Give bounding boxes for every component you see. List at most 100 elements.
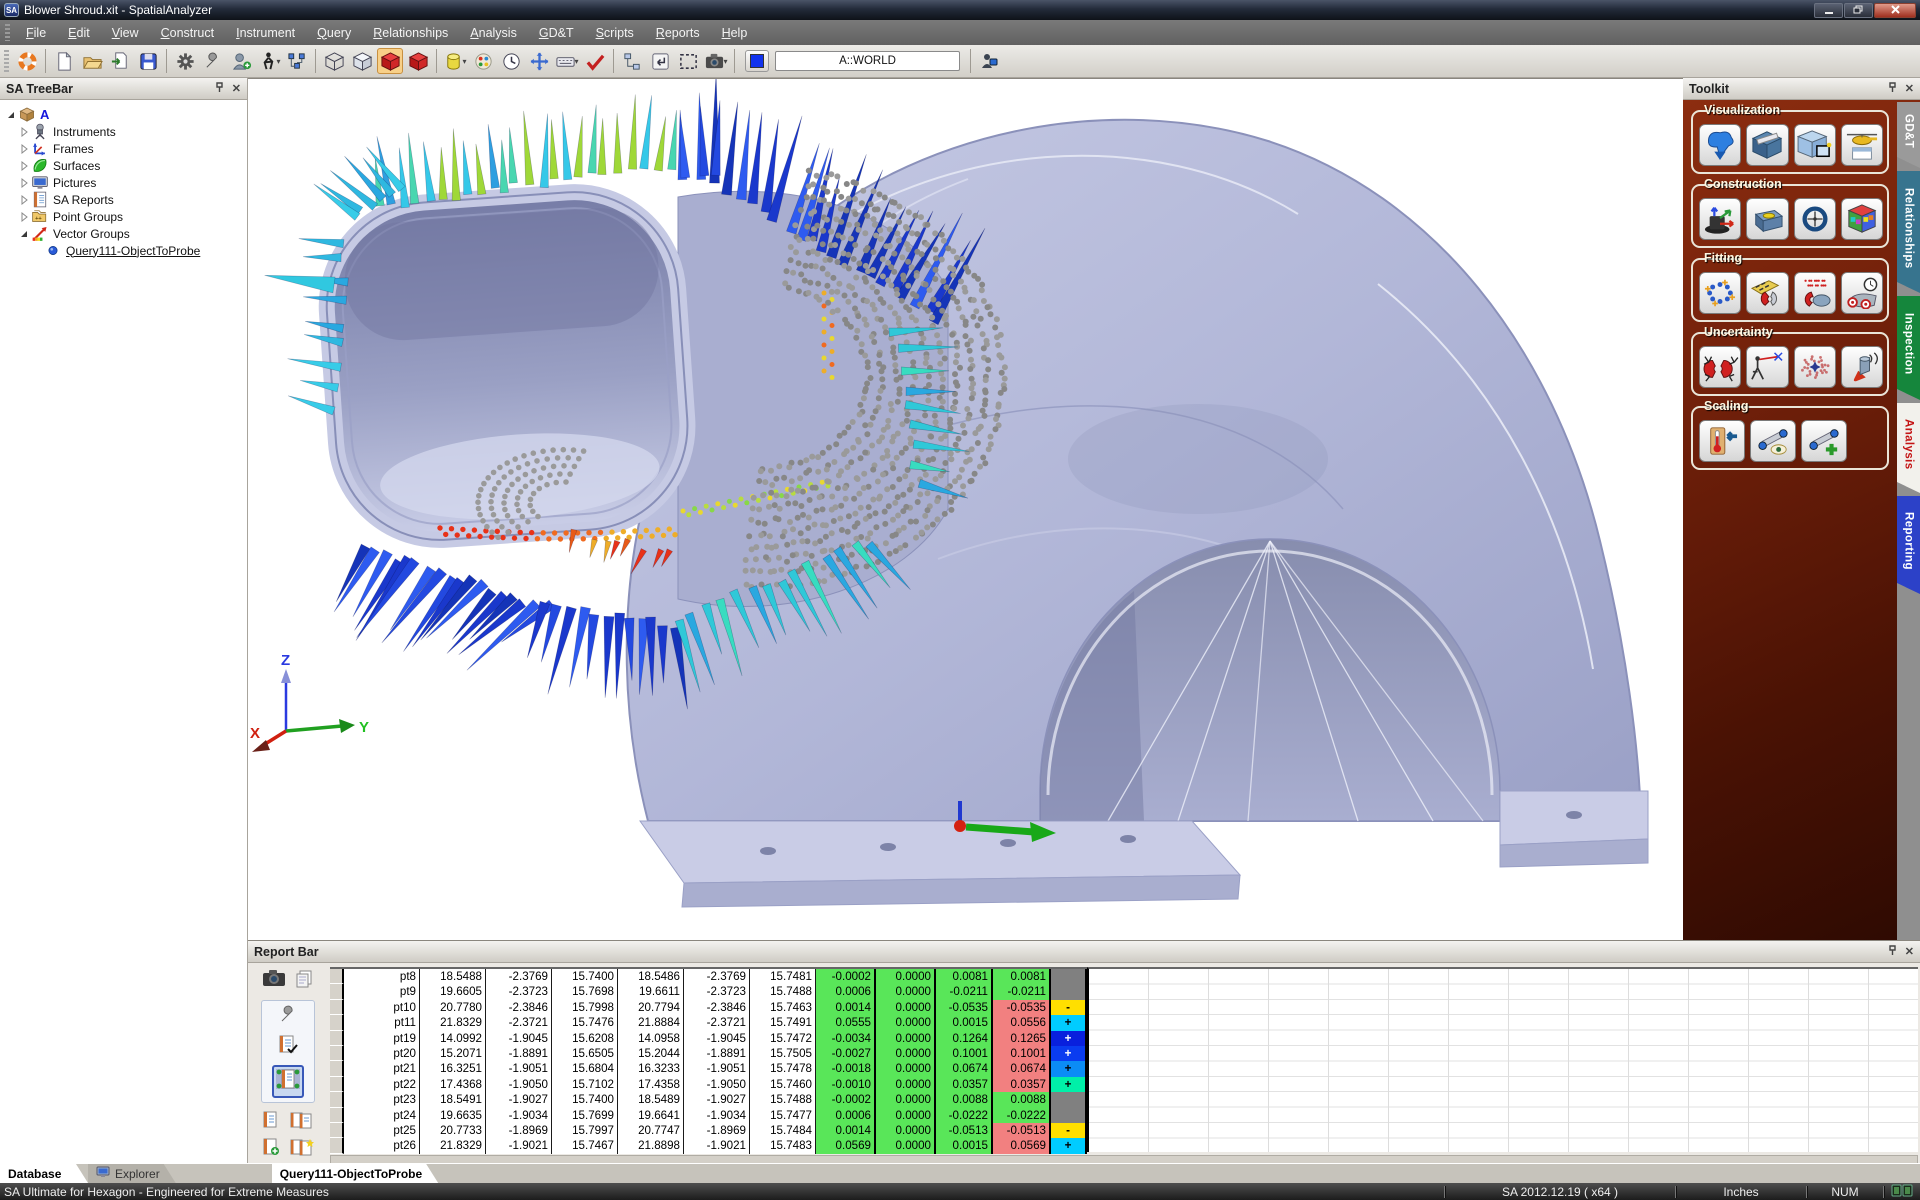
pin-icon[interactable]	[215, 82, 224, 96]
tree-view-icon[interactable]	[284, 48, 310, 74]
points-magnet-icon[interactable]	[1794, 272, 1836, 314]
circle-center-icon[interactable]	[1794, 198, 1836, 240]
camera-icon[interactable]: ▾	[703, 48, 729, 74]
solid-block-icon[interactable]	[1746, 198, 1788, 240]
fly-through-icon[interactable]	[1841, 124, 1883, 166]
close-panel-icon[interactable]: ✕	[1905, 82, 1914, 95]
graphics-viewport[interactable]: Z Y X	[248, 78, 1683, 940]
menu-scripts[interactable]: Scripts	[585, 23, 645, 43]
menu-reports[interactable]: Reports	[645, 23, 711, 43]
check-icon[interactable]	[582, 48, 608, 74]
keyboard-icon[interactable]: ▾	[554, 48, 580, 74]
menu-instrument[interactable]: Instrument	[225, 23, 306, 43]
row-selector[interactable]	[330, 1138, 344, 1153]
lock-frame-button[interactable]	[976, 48, 1002, 74]
settings-gear-icon[interactable]	[172, 48, 198, 74]
expander-icon[interactable]	[17, 144, 31, 154]
new-reports-icon[interactable]	[290, 1138, 314, 1161]
active-frame-combo[interactable]: A::WORLD	[775, 51, 960, 71]
restore-button[interactable]	[1844, 3, 1873, 18]
hierarchy-icon[interactable]	[619, 48, 645, 74]
expander-icon[interactable]	[17, 212, 31, 222]
color-cube-icon[interactable]	[1841, 198, 1883, 240]
uncertainty-cloud-icon[interactable]	[1794, 346, 1836, 388]
menu-query[interactable]: Query	[306, 23, 362, 43]
open-file-icon[interactable]	[79, 48, 105, 74]
construct-wand-icon[interactable]	[1699, 198, 1741, 240]
menu-gdt[interactable]: GD&T	[528, 23, 585, 43]
copy-icon[interactable]	[294, 969, 314, 994]
snapshot-camera-icon[interactable]	[262, 969, 286, 994]
menu-relationships[interactable]: Relationships	[362, 23, 459, 43]
thermometer-scale-icon[interactable]	[1699, 420, 1745, 462]
tree-item-query111objecttoprobe[interactable]: Query111-ObjectToProbe	[4, 242, 247, 259]
walk-run-icon[interactable]: ▾	[256, 48, 282, 74]
close-panel-icon[interactable]: ✕	[232, 82, 241, 95]
expander-icon[interactable]	[17, 195, 31, 205]
menu-drag-handle[interactable]	[5, 24, 10, 42]
surface-gauge-icon[interactable]	[1841, 272, 1883, 314]
row-selector[interactable]	[330, 1108, 344, 1123]
points-circle-fit-icon[interactable]	[1699, 272, 1741, 314]
report-row-pt10[interactable]: pt1020.7780-2.384615.799820.7794-2.38461…	[330, 1000, 1087, 1015]
import-file-icon[interactable]	[107, 48, 133, 74]
row-selector[interactable]	[330, 1015, 344, 1030]
expander-icon[interactable]	[17, 127, 31, 137]
report-row-pt8[interactable]: pt818.5488-2.376915.740018.5486-2.376915…	[330, 969, 1087, 984]
pin-icon[interactable]	[1888, 82, 1897, 96]
report-row-pt19[interactable]: pt1914.0992-1.904515.620814.0958-1.90451…	[330, 1031, 1087, 1046]
side-tab-inspection[interactable]: Inspection	[1897, 296, 1920, 400]
all-reports-icon[interactable]	[290, 1111, 314, 1134]
side-tab-analysis[interactable]: Analysis	[1897, 403, 1920, 493]
scale-bar-view-icon[interactable]	[1750, 420, 1796, 462]
add-report-icon[interactable]	[262, 1138, 280, 1161]
clock-icon[interactable]	[498, 48, 524, 74]
clipping-plane-icon[interactable]	[1746, 124, 1788, 166]
report-options-wrench-icon[interactable]	[278, 1005, 298, 1030]
report-bar-mode-icon[interactable]	[272, 1065, 304, 1098]
save-file-icon[interactable]	[135, 48, 161, 74]
view-cube-icon[interactable]	[1794, 124, 1836, 166]
row-selector[interactable]	[330, 1092, 344, 1107]
menu-edit[interactable]: Edit	[57, 23, 101, 43]
row-selector[interactable]	[330, 1000, 344, 1015]
report-row-pt25[interactable]: pt2520.7733-1.896915.799720.7747-1.89691…	[330, 1123, 1087, 1138]
side-tab-reporting[interactable]: Reporting	[1897, 496, 1920, 594]
callout-icon[interactable]	[1699, 124, 1741, 166]
report-row-pt24[interactable]: pt2419.6635-1.903415.769919.6641-1.90341…	[330, 1108, 1087, 1123]
solid-cube-icon[interactable]	[405, 48, 431, 74]
report-row-pt22[interactable]: pt2217.4368-1.905015.710217.4358-1.90501…	[330, 1077, 1087, 1092]
row-selector[interactable]	[330, 1123, 344, 1138]
shaded-cube-icon[interactable]	[349, 48, 375, 74]
side-tab-gdt[interactable]: GD&T	[1897, 102, 1920, 168]
tree-item-vectorgroups[interactable]: Vector Groups	[4, 225, 247, 242]
menu-file[interactable]: File	[15, 23, 57, 43]
report-row-pt26[interactable]: pt2621.8329-1.902115.746721.8898-1.90211…	[330, 1138, 1087, 1153]
row-selector[interactable]	[330, 1031, 344, 1046]
tab-report-query[interactable]: Query111-ObjectToProbe	[272, 1164, 439, 1183]
report-row-pt9[interactable]: pt919.6605-2.372315.769819.6611-2.372315…	[330, 984, 1087, 999]
menu-view[interactable]: View	[101, 23, 150, 43]
row-selector[interactable]	[330, 969, 344, 984]
uncertainty-cylinder-icon[interactable]	[1841, 346, 1883, 388]
pin-icon[interactable]	[1888, 945, 1897, 959]
close-panel-icon[interactable]: ✕	[1905, 945, 1914, 958]
row-selector[interactable]	[330, 1046, 344, 1061]
cylinder-icon[interactable]: ▾	[442, 48, 468, 74]
selection-box-icon[interactable]	[675, 48, 701, 74]
report-row-pt23[interactable]: pt2318.5491-1.902715.740018.5489-1.90271…	[330, 1092, 1087, 1107]
row-selector[interactable]	[330, 984, 344, 999]
report-row-pt20[interactable]: pt2015.2071-1.889115.650515.2044-1.88911…	[330, 1046, 1087, 1061]
palette-icon[interactable]	[470, 48, 496, 74]
uncertainty-magnet-icon[interactable]	[1699, 346, 1741, 388]
toolbar-drag-handle[interactable]	[4, 50, 9, 72]
expander-icon[interactable]	[17, 178, 31, 188]
wire-cube-icon[interactable]	[321, 48, 347, 74]
report-check-icon[interactable]	[277, 1035, 299, 1060]
side-tab-relationships[interactable]: Relationships	[1897, 171, 1920, 293]
color-swatch-button[interactable]	[745, 50, 769, 72]
close-button[interactable]	[1874, 3, 1916, 18]
report-row-pt21[interactable]: pt2116.3251-1.905115.680416.3233-1.90511…	[330, 1061, 1087, 1076]
wrench-icon[interactable]	[200, 48, 226, 74]
expander-icon[interactable]	[17, 229, 31, 239]
